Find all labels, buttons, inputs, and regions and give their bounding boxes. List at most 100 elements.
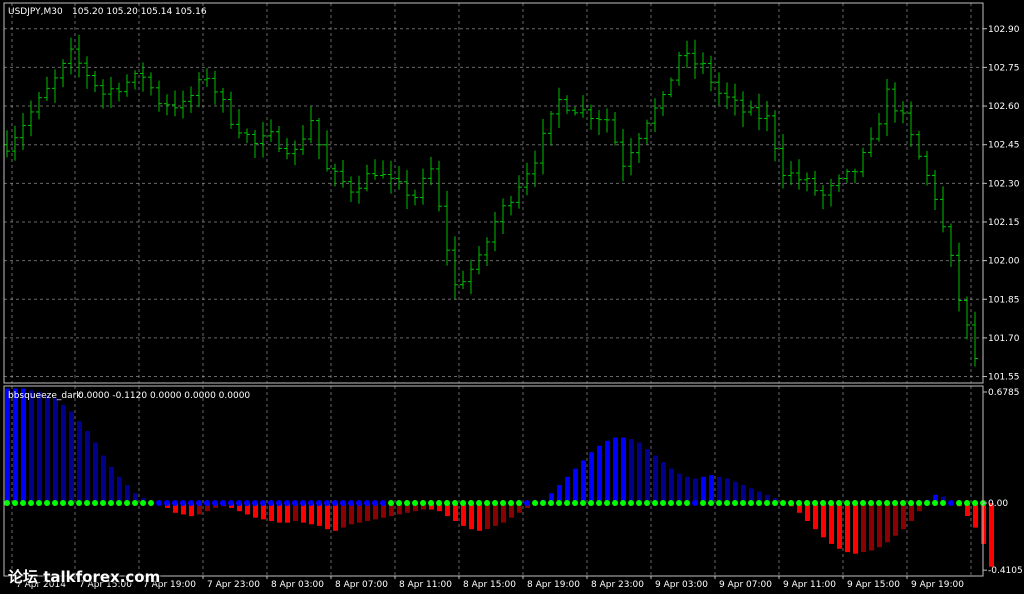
squeeze-dot bbox=[860, 500, 866, 506]
squeeze-dot bbox=[836, 500, 842, 506]
histogram-bar bbox=[493, 503, 498, 526]
squeeze-dot bbox=[492, 500, 498, 506]
price-axis-label: 102.45 bbox=[988, 141, 1020, 151]
histogram-bar bbox=[677, 473, 682, 503]
squeeze-dot bbox=[276, 500, 282, 506]
histogram-bar bbox=[45, 395, 50, 503]
squeeze-dot bbox=[100, 500, 106, 506]
time-axis-label: 9 Apr 11:00 bbox=[783, 580, 836, 590]
histogram-bar bbox=[653, 455, 658, 503]
histogram-bar bbox=[629, 439, 634, 503]
histogram-bar bbox=[701, 476, 706, 503]
squeeze-dot bbox=[652, 500, 658, 506]
price-axis-label: 101.70 bbox=[988, 334, 1020, 344]
squeeze-dot bbox=[964, 500, 970, 506]
histogram-bar bbox=[21, 388, 26, 503]
squeeze-dots bbox=[4, 500, 986, 506]
histogram-bar bbox=[461, 503, 466, 526]
squeeze-dot bbox=[404, 500, 410, 506]
squeeze-dot bbox=[572, 500, 578, 506]
squeeze-dot bbox=[292, 500, 298, 506]
histogram-bar bbox=[29, 390, 34, 503]
squeeze-dot bbox=[420, 500, 426, 506]
squeeze-dot bbox=[268, 500, 274, 506]
histogram-bar bbox=[37, 391, 42, 503]
squeeze-dot bbox=[612, 500, 618, 506]
indicator-axis-label: -0.4105 bbox=[988, 566, 1023, 576]
indicator-axis-label: 0.6785 bbox=[988, 388, 1020, 398]
squeeze-dot bbox=[660, 500, 666, 506]
squeeze-dot bbox=[820, 500, 826, 506]
histogram-bar bbox=[573, 468, 578, 503]
histogram-bar bbox=[821, 503, 826, 538]
squeeze-dot bbox=[436, 500, 442, 506]
squeeze-dot bbox=[260, 500, 266, 506]
time-axis-label: 9 Apr 07:00 bbox=[719, 580, 772, 590]
squeeze-dot bbox=[372, 500, 378, 506]
indicator-title: bbsqueeze_dark bbox=[8, 391, 82, 401]
histogram-bar bbox=[581, 460, 586, 503]
histogram-bar bbox=[333, 503, 338, 531]
squeeze-dot bbox=[140, 500, 146, 506]
squeeze-dot bbox=[500, 500, 506, 506]
squeeze-dot bbox=[516, 500, 522, 506]
squeeze-dot bbox=[460, 500, 466, 506]
squeeze-dot bbox=[876, 500, 882, 506]
time-axis-label: 9 Apr 19:00 bbox=[911, 580, 964, 590]
histogram-bar bbox=[589, 452, 594, 503]
histogram-bar bbox=[693, 478, 698, 503]
histogram-bar bbox=[861, 503, 866, 553]
squeeze-dot bbox=[828, 500, 834, 506]
squeeze-dot bbox=[540, 500, 546, 506]
squeeze-dot bbox=[900, 500, 906, 506]
squeeze-dot bbox=[76, 500, 82, 506]
histogram-bar bbox=[973, 503, 978, 528]
squeeze-dot bbox=[780, 500, 786, 506]
squeeze-dot bbox=[36, 500, 42, 506]
histogram-bar bbox=[101, 455, 106, 503]
histogram-bar bbox=[93, 442, 98, 503]
price-axis-label: 102.90 bbox=[988, 25, 1020, 35]
time-axis-label: 9 Apr 15:00 bbox=[847, 580, 900, 590]
histogram-bar bbox=[685, 476, 690, 503]
time-axis-label: 8 Apr 15:00 bbox=[463, 580, 516, 590]
histogram-bar bbox=[709, 475, 714, 503]
histogram-bar bbox=[325, 503, 330, 530]
histogram-bar bbox=[621, 437, 626, 503]
squeeze-dot bbox=[332, 500, 338, 506]
squeeze-dot bbox=[348, 500, 354, 506]
squeeze-dot bbox=[620, 500, 626, 506]
squeeze-dot bbox=[716, 500, 722, 506]
time-axis-label: 8 Apr 11:00 bbox=[399, 580, 452, 590]
squeeze-dot bbox=[212, 500, 218, 506]
histogram-bar bbox=[853, 503, 858, 554]
squeeze-dot bbox=[396, 500, 402, 506]
squeeze-dot bbox=[132, 500, 138, 506]
squeeze-dot bbox=[908, 500, 914, 506]
squeeze-dot bbox=[532, 500, 538, 506]
histogram-bar bbox=[837, 503, 842, 549]
squeeze-dot bbox=[356, 500, 362, 506]
price-axis-label: 102.30 bbox=[988, 179, 1020, 189]
squeeze-dot bbox=[44, 500, 50, 506]
squeeze-dot bbox=[684, 500, 690, 506]
histogram-bar bbox=[893, 503, 898, 536]
squeeze-dot bbox=[380, 500, 386, 506]
histogram-bar bbox=[877, 503, 882, 548]
squeeze-dot bbox=[852, 500, 858, 506]
squeeze-dot bbox=[956, 500, 962, 506]
histogram-bar bbox=[341, 503, 346, 528]
histogram-bar bbox=[661, 462, 666, 503]
squeeze-dot bbox=[92, 500, 98, 506]
squeeze-dot bbox=[668, 500, 674, 506]
squeeze-dot bbox=[796, 500, 802, 506]
squeeze-dot bbox=[748, 500, 754, 506]
squeeze-dot bbox=[804, 500, 810, 506]
indicator-value-readout: 0.0000 -0.1120 0.0000 0.0000 0.0000 bbox=[78, 391, 250, 401]
price-axis-label: 102.15 bbox=[988, 218, 1020, 228]
squeeze-dot bbox=[364, 500, 370, 506]
squeeze-dot bbox=[244, 500, 250, 506]
time-axis-label: 9 Apr 03:00 bbox=[655, 580, 708, 590]
histogram-bar bbox=[725, 478, 730, 503]
squeeze-dot bbox=[164, 500, 170, 506]
